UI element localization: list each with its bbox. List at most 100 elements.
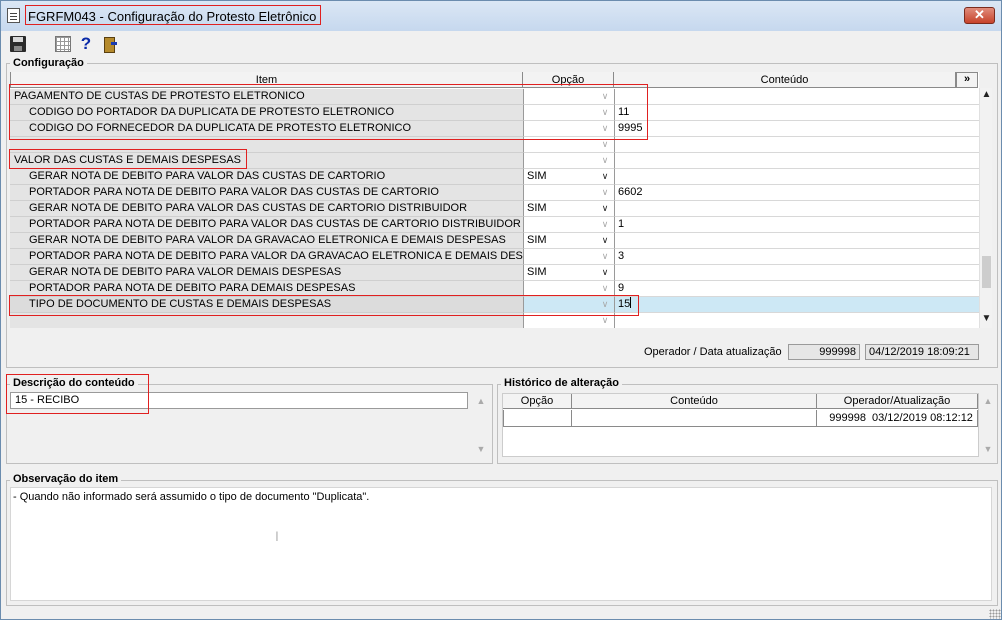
scroll-down-icon[interactable]: ▼ — [474, 443, 488, 455]
config-row[interactable]: PORTADOR PARA NOTA DE DEBITO PARA VALOR … — [10, 249, 979, 265]
observation-textarea[interactable]: - Quando não informado será assumido o t… — [10, 487, 992, 601]
config-row[interactable]: CODIGO DO FORNECEDOR DA DUPLICATA DE PRO… — [10, 121, 979, 137]
config-row[interactable]: ∨ — [10, 137, 979, 153]
chevron-down-icon[interactable]: ∨ — [600, 250, 610, 263]
config-option-select[interactable]: ∨ — [523, 105, 614, 121]
main-window: FGRFM043 - Configuração do Protesto Elet… — [0, 0, 1002, 620]
description-scrollbar[interactable]: ▲ ▼ — [474, 393, 488, 457]
config-option-select[interactable]: ∨ — [523, 121, 614, 137]
config-content-input[interactable]: 6602 — [614, 185, 979, 201]
chevron-down-icon[interactable]: ∨ — [600, 282, 610, 295]
config-row[interactable]: PORTADOR PARA NOTA DE DEBITO PARA DEMAIS… — [10, 281, 979, 297]
config-item-cell: GERAR NOTA DE DEBITO PARA VALOR DA GRAVA… — [10, 233, 523, 249]
config-row[interactable]: GERAR NOTA DE DEBITO PARA VALOR DA GRAVA… — [10, 233, 979, 249]
history-cell-operator[interactable]: 999998 — [817, 410, 869, 427]
config-content-input[interactable]: 9 — [614, 281, 979, 297]
config-option-select[interactable]: ∨ — [523, 281, 614, 297]
config-row[interactable]: GERAR NOTA DE DEBITO PARA VALOR DAS CUST… — [10, 169, 979, 185]
config-row[interactable]: TIPO DE DOCUMENTO DE CUSTAS E DEMAIS DES… — [10, 297, 979, 313]
config-option-select[interactable]: ∨ — [523, 185, 614, 201]
title-bar[interactable]: FGRFM043 - Configuração do Protesto Elet… — [1, 1, 1001, 31]
config-row[interactable]: ∨ — [10, 313, 979, 328]
save-icon[interactable] — [10, 36, 26, 52]
config-item-cell — [10, 137, 523, 153]
history-header-operator[interactable]: Operador/Atualização — [817, 394, 978, 409]
scroll-thumb[interactable] — [982, 256, 991, 288]
chevron-down-icon[interactable]: ∨ — [600, 314, 610, 327]
column-header-item[interactable]: Item — [10, 72, 523, 88]
config-option-select[interactable]: SIM ∨ — [523, 169, 614, 185]
history-cell-updated[interactable]: 03/12/2019 08:12:12 — [869, 410, 978, 427]
help-icon[interactable]: ? — [78, 35, 94, 52]
chevron-down-icon[interactable]: ∨ — [600, 234, 610, 247]
history-cell-option[interactable] — [503, 410, 572, 427]
history-scrollbar[interactable]: ▲ ▼ — [981, 393, 995, 457]
chevron-down-icon[interactable]: ∨ — [600, 154, 610, 167]
grid-icon[interactable] — [55, 36, 71, 52]
history-group-label: Histórico de alteração — [501, 377, 622, 389]
description-field[interactable]: 15 - RECIBO — [10, 392, 468, 409]
config-row[interactable]: GERAR NOTA DE DEBITO PARA VALOR DEMAIS D… — [10, 265, 979, 281]
config-row[interactable]: PAGAMENTO DE CUSTAS DE PROTESTO ELETRONI… — [10, 89, 979, 105]
config-content-input[interactable]: 1 — [614, 217, 979, 233]
config-row[interactable]: VALOR DAS CUSTAS E DEMAIS DESPESAS ∨ — [10, 153, 979, 169]
config-row[interactable]: PORTADOR PARA NOTA DE DEBITO PARA VALOR … — [10, 185, 979, 201]
config-content-value: 9 — [618, 282, 625, 294]
scroll-up-icon[interactable]: ▲ — [474, 395, 488, 407]
close-button[interactable]: ✕ — [964, 7, 995, 24]
chevron-down-icon[interactable]: ∨ — [600, 298, 610, 311]
config-content-input[interactable] — [614, 233, 979, 249]
history-header-content[interactable]: Conteúdo — [572, 394, 817, 409]
config-content-input[interactable]: 11 — [614, 105, 979, 121]
resize-grip-icon[interactable] — [989, 609, 1001, 619]
column-header-content[interactable]: Conteúdo — [614, 72, 956, 88]
config-vertical-scrollbar[interactable]: ▲ ▼ — [979, 88, 992, 328]
config-option-select[interactable]: ∨ — [523, 153, 614, 169]
history-header-option[interactable]: Opção — [503, 394, 572, 409]
exit-icon[interactable] — [102, 36, 118, 53]
config-option-select[interactable]: SIM ∨ — [523, 201, 614, 217]
config-row[interactable]: GERAR NOTA DE DEBITO PARA VALOR DAS CUST… — [10, 201, 979, 217]
config-content-input[interactable] — [614, 201, 979, 217]
config-option-select[interactable]: SIM ∨ — [523, 233, 614, 249]
chevron-down-icon[interactable]: ∨ — [600, 90, 610, 103]
chevron-down-icon[interactable]: ∨ — [600, 138, 610, 151]
scroll-down-icon[interactable]: ▼ — [980, 313, 993, 325]
config-content-input[interactable]: 3 — [614, 249, 979, 265]
text-cursor-icon: I — [275, 528, 279, 544]
scroll-down-icon[interactable]: ▼ — [981, 443, 995, 455]
config-option-select[interactable]: ∨ — [523, 89, 614, 105]
config-option-select[interactable]: ∨ — [523, 297, 614, 313]
chevron-down-icon[interactable]: ∨ — [600, 218, 610, 231]
config-item-cell: CODIGO DO PORTADOR DA DUPLICATA DE PROTE… — [10, 105, 523, 121]
config-content-input[interactable] — [614, 89, 979, 105]
expand-columns-button[interactable]: » — [956, 72, 978, 88]
config-content-input[interactable] — [614, 153, 979, 169]
config-row[interactable]: PORTADOR PARA NOTA DE DEBITO PARA VALOR … — [10, 217, 979, 233]
config-content-input[interactable]: 15 — [614, 297, 979, 313]
config-option-select[interactable]: ∨ — [523, 313, 614, 328]
scroll-up-icon[interactable]: ▲ — [981, 395, 995, 407]
config-content-input[interactable] — [614, 169, 979, 185]
scroll-up-icon[interactable]: ▲ — [980, 89, 993, 101]
chevron-down-icon[interactable]: ∨ — [600, 106, 610, 119]
history-cell-content[interactable] — [572, 410, 817, 427]
config-option-select[interactable]: SIM ∨ — [523, 265, 614, 281]
column-header-option[interactable]: Opção — [523, 72, 614, 88]
config-option-select[interactable]: ∨ — [523, 249, 614, 265]
config-content-input[interactable] — [614, 313, 979, 328]
description-group-label: Descrição do conteúdo — [10, 377, 138, 389]
chevron-down-icon[interactable]: ∨ — [600, 170, 610, 183]
chevron-down-icon[interactable]: ∨ — [600, 266, 610, 279]
config-option-select[interactable]: ∨ — [523, 217, 614, 233]
chevron-down-icon[interactable]: ∨ — [600, 186, 610, 199]
config-item-cell: PAGAMENTO DE CUSTAS DE PROTESTO ELETRONI… — [10, 89, 523, 105]
chevron-down-icon[interactable]: ∨ — [600, 202, 610, 215]
config-item-cell: TIPO DE DOCUMENTO DE CUSTAS E DEMAIS DES… — [10, 297, 523, 313]
chevron-down-icon[interactable]: ∨ — [600, 122, 610, 135]
config-row[interactable]: CODIGO DO PORTADOR DA DUPLICATA DE PROTE… — [10, 105, 979, 121]
config-content-input[interactable] — [614, 137, 979, 153]
config-option-select[interactable]: ∨ — [523, 137, 614, 153]
config-content-input[interactable] — [614, 265, 979, 281]
config-content-input[interactable]: 9995 — [614, 121, 979, 137]
